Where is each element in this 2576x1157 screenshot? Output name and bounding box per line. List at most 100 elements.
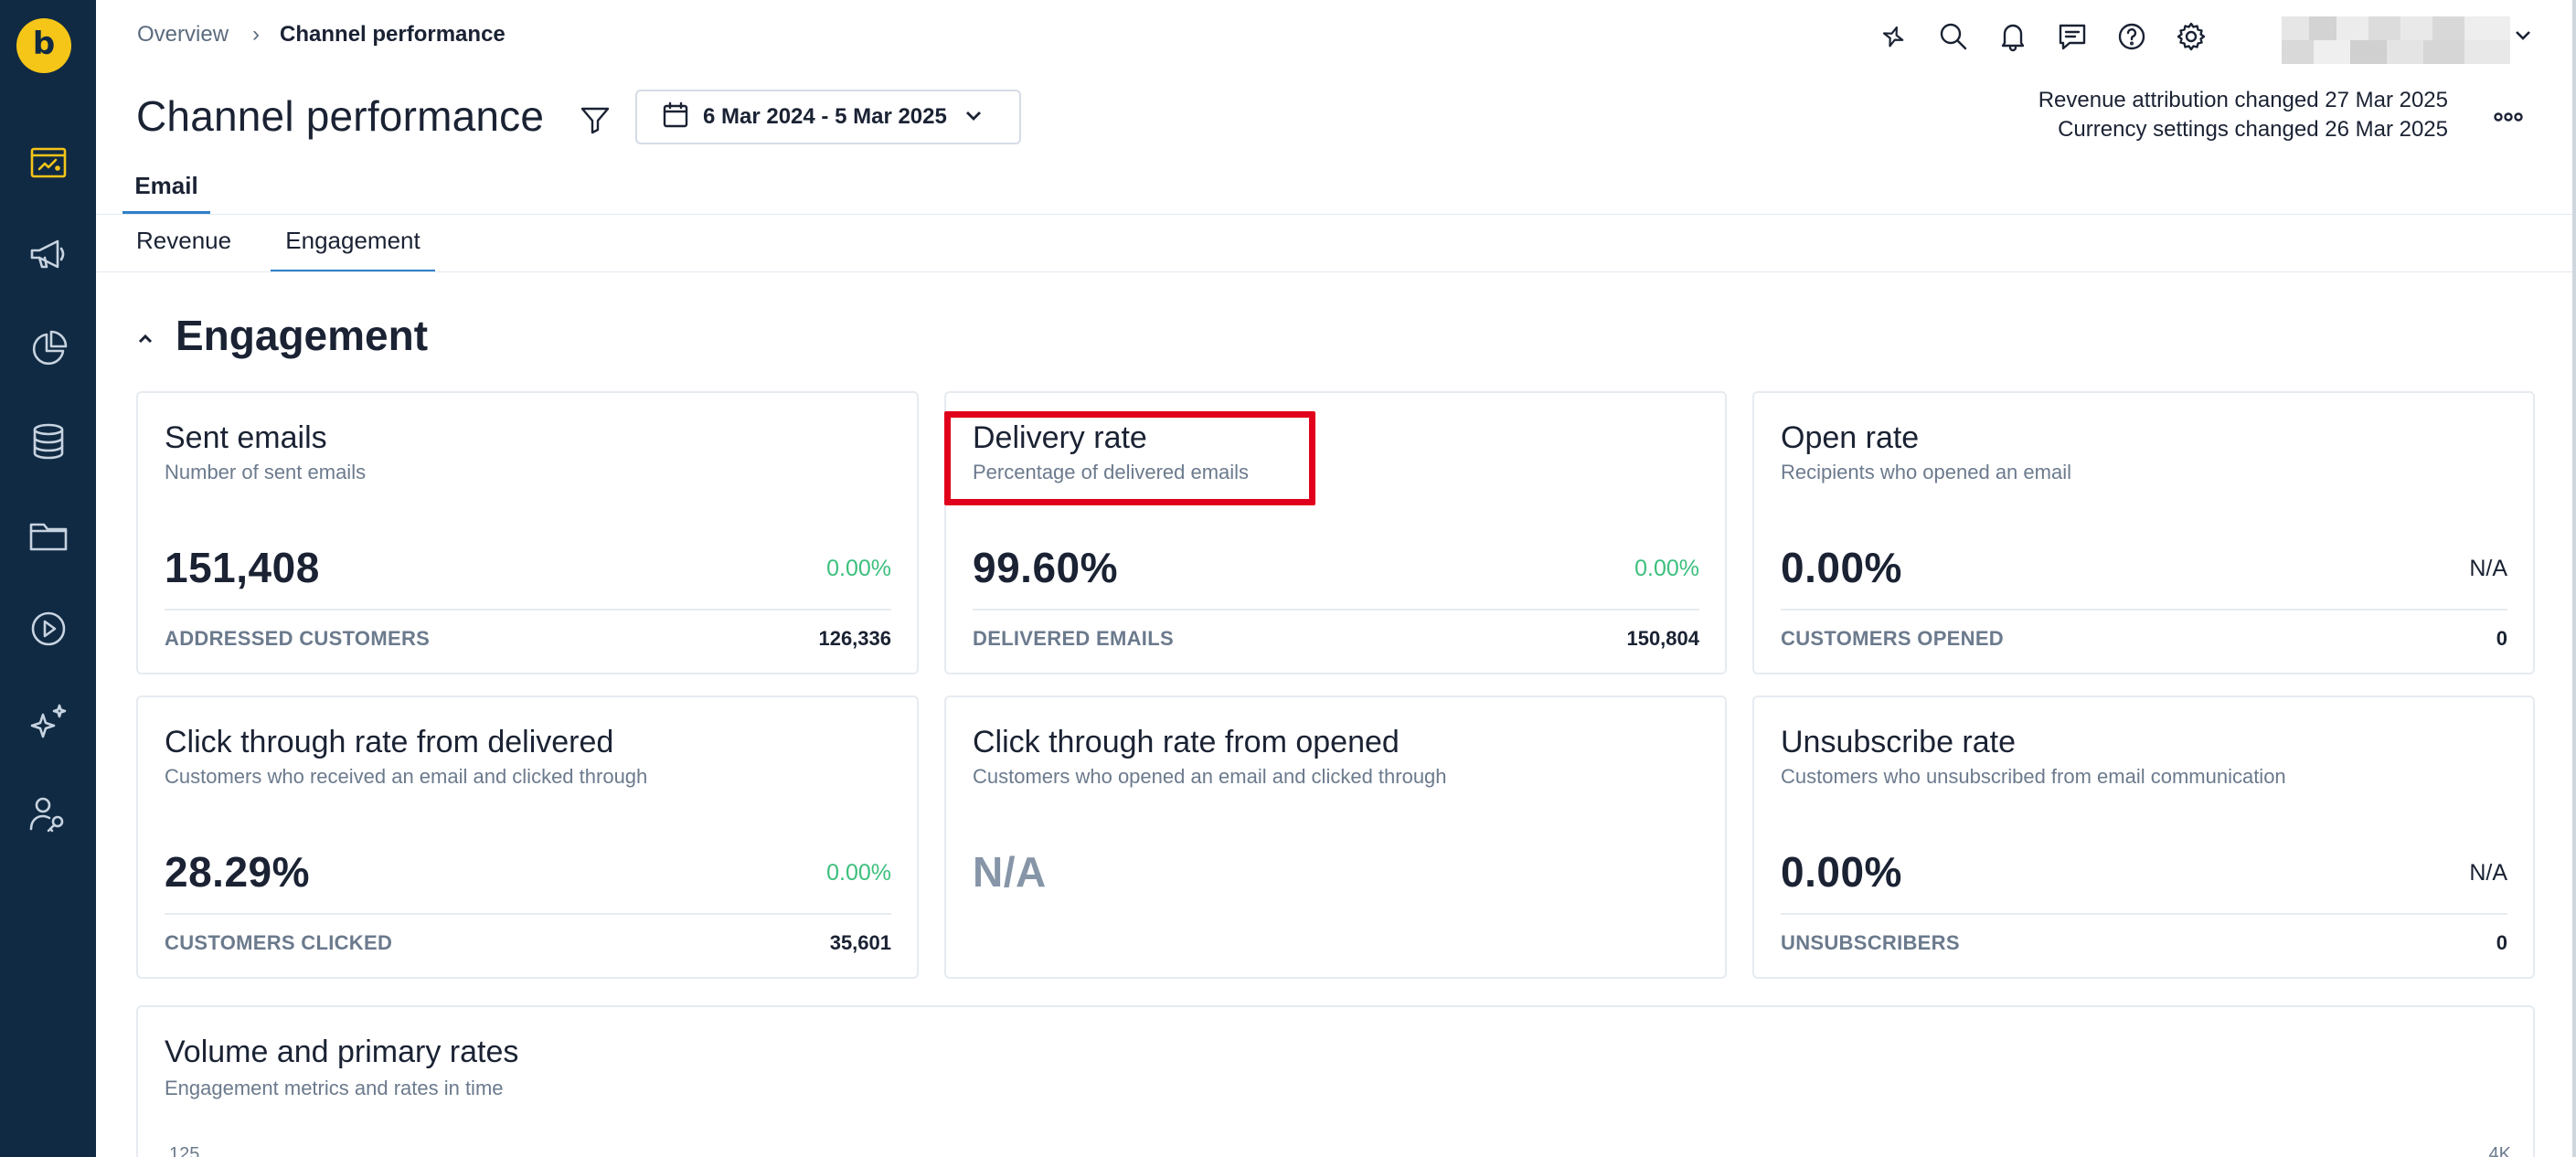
database-icon: [33, 423, 63, 460]
more-options-button[interactable]: [2490, 102, 2527, 132]
card-footer-label: UNSUBSCRIBERS: [1781, 931, 1960, 954]
card-change: 0.00%: [1634, 556, 1699, 581]
date-range-picker[interactable]: 6 Mar 2024 - 5 Mar 2025: [635, 90, 1021, 144]
card-change: 0.00%: [826, 860, 891, 886]
card-title: Unsubscribe rate: [1781, 725, 2017, 759]
chevron-down-icon: [2516, 31, 2530, 40]
card-change: 0.00%: [826, 556, 891, 581]
tab-revenue[interactable]: Revenue: [136, 227, 231, 272]
card-subtitle: Percentage of delivered emails: [973, 461, 1250, 483]
card-title: Sent emails: [165, 420, 327, 455]
change-notes: Revenue attribution changed 27 Mar 2025 …: [2038, 86, 2448, 144]
card-subtitle: Number of sent emails: [165, 461, 367, 483]
card-change: N/A: [2469, 556, 2507, 581]
breadcrumb-overview-link[interactable]: Overview: [137, 22, 229, 48]
metric-card-ctr-delivered: Click through rate from delivered Custom…: [136, 695, 919, 979]
tab-engagement-label: Engagement: [285, 227, 420, 254]
section-title: Engagement: [176, 312, 429, 359]
sidebar-item-ai[interactable]: [0, 685, 96, 759]
card-footer-label: DELIVERED EMAILS: [973, 627, 1174, 650]
card-value: 0.00%: [1781, 848, 1902, 896]
topbar-actions: [1874, 16, 2230, 57]
card-subtitle: Customers who unsubscribed from email co…: [1781, 765, 2286, 788]
sidebar-item-campaigns[interactable]: [0, 218, 96, 291]
tab-email[interactable]: Email: [122, 168, 210, 214]
change-note: Revenue attribution changed 27 Mar 2025: [2038, 88, 2448, 112]
sidebar-item-scenarios[interactable]: [0, 592, 96, 665]
pie-chart-icon: [32, 330, 67, 366]
volume-chart-card: Volume and primary rates Engagement metr…: [136, 1005, 2535, 1157]
filter-icon: [580, 107, 610, 134]
breadcrumb-current: Channel performance: [280, 22, 506, 47]
play-circle-icon: [31, 611, 65, 646]
help-icon: [2118, 23, 2145, 50]
card-value: 28.29%: [165, 848, 311, 896]
card-divider: [165, 913, 891, 915]
card-title: Open rate: [1781, 420, 1920, 455]
metric-card-unsubscribe-rate: Unsubscribe rate Customers who unsubscri…: [1752, 695, 2535, 979]
tab-email-label: Email: [134, 172, 198, 199]
card-title: Click through rate from delivered: [165, 725, 614, 759]
scrollbar[interactable]: [2572, 0, 2576, 1157]
help-button[interactable]: [2112, 16, 2152, 57]
search-icon: [1940, 23, 1967, 50]
card-footer-value: 0: [2496, 627, 2507, 650]
ai-assistant-icon: [1882, 26, 1904, 48]
bell-icon: [2001, 24, 2025, 52]
chevron-right-icon: ›: [252, 22, 261, 47]
sidebar-item-analyses[interactable]: [0, 313, 96, 386]
card-footer-label: ADDRESSED CUSTOMERS: [165, 627, 431, 650]
breadcrumb: Overview › Channel performance: [137, 22, 506, 48]
chart-card-subtitle: Engagement metrics and rates in time: [165, 1077, 504, 1099]
page-title: Channel performance: [136, 92, 545, 140]
megaphone-icon: [30, 239, 64, 269]
change-note: Currency settings changed 26 Mar 2025: [2058, 117, 2448, 142]
user-avatar-blurred[interactable]: [2282, 16, 2510, 64]
card-divider: [1781, 913, 2507, 915]
ai-assistant-button[interactable]: [1874, 16, 1914, 57]
card-divider: [973, 609, 1699, 610]
card-footer-label: CUSTOMERS OPENED: [1781, 627, 2004, 650]
card-divider: [1781, 609, 2507, 610]
sidebar-item-dashboards[interactable]: [0, 126, 96, 199]
card-value: N/A: [973, 848, 1047, 896]
card-value: 151,408: [165, 544, 320, 591]
card-divider: [165, 609, 891, 610]
right-axis-tick: 4K: [2488, 1144, 2511, 1157]
search-button[interactable]: [1933, 16, 1974, 57]
card-title: Click through rate from opened: [973, 725, 1400, 759]
card-value: 0.00%: [1781, 544, 1902, 591]
filter-button[interactable]: [574, 99, 616, 141]
card-footer-value: 35,601: [829, 931, 891, 954]
card-value: 99.60%: [973, 544, 1119, 591]
messages-button[interactable]: [2052, 16, 2092, 57]
card-title: Delivery rate: [973, 420, 1147, 455]
chevron-up-icon: [138, 334, 153, 344]
tab-engagement[interactable]: Engagement: [271, 227, 435, 272]
tab-revenue-label: Revenue: [136, 227, 232, 254]
date-range-value: 6 Mar 2024 - 5 Mar 2025: [703, 104, 947, 129]
chevron-down-icon: [963, 105, 984, 130]
card-footer-value: 0: [2496, 931, 2507, 954]
metric-card-sent-emails: Sent emails Number of sent emails 151,40…: [136, 391, 919, 674]
chart-card-title: Volume and primary rates: [165, 1035, 519, 1069]
sidebar-item-access[interactable]: [0, 778, 96, 851]
app-logo[interactable]: b: [16, 18, 71, 73]
card-subtitle: Customers who opened an email and clicke…: [973, 765, 1447, 788]
user-key-icon: [29, 797, 63, 833]
user-menu-chevron[interactable]: [2512, 24, 2534, 46]
sidebar-item-assets[interactable]: [0, 499, 96, 572]
settings-button[interactable]: [2171, 16, 2211, 57]
section-collapse-button[interactable]: [132, 325, 159, 353]
folder-icon: [29, 523, 67, 551]
gear-icon: [2177, 22, 2206, 51]
sidebar-item-data[interactable]: [0, 405, 96, 478]
chat-icon: [2059, 24, 2086, 50]
app-logo-letter: b: [32, 26, 56, 62]
sparkles-icon: [30, 704, 66, 738]
metric-card-ctr-opened: Click through rate from opened Customers…: [944, 695, 1727, 979]
card-footer-value: 126,336: [818, 627, 891, 650]
card-footer-value: 150,804: [1626, 627, 1699, 650]
metric-card-delivery-rate: Delivery rate Percentage of delivered em…: [944, 391, 1727, 674]
notifications-button[interactable]: [1993, 16, 2033, 57]
